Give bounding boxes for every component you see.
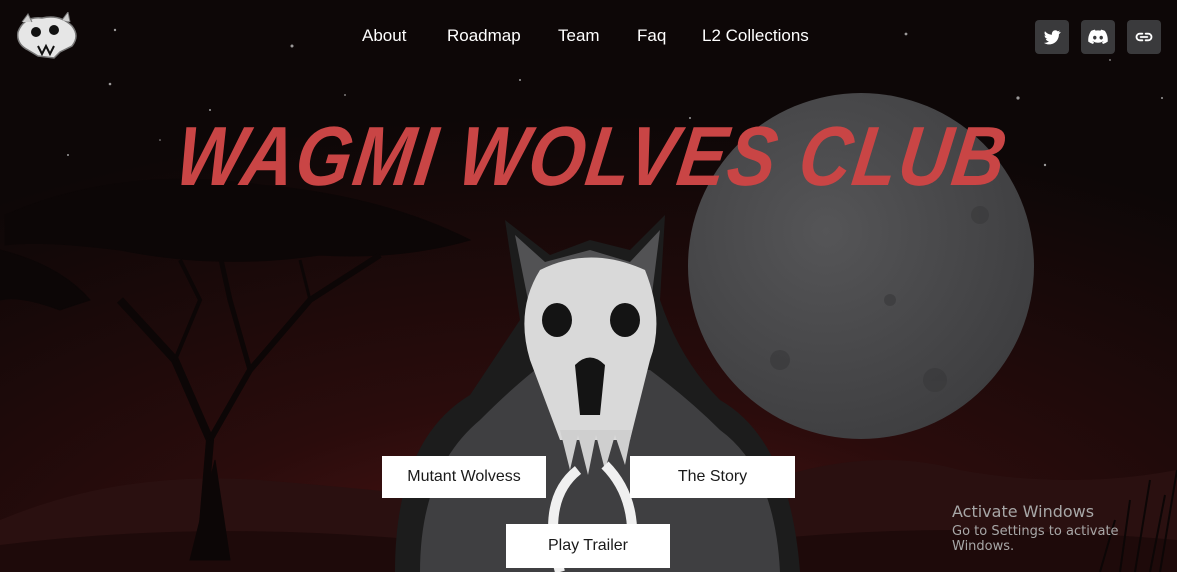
- hero-background: [0, 0, 1177, 572]
- nav-l2-collections[interactable]: L2 Collections: [702, 26, 809, 46]
- watermark-subtitle: Go to Settings to activate Windows.: [952, 524, 1119, 554]
- nav-faq[interactable]: Faq: [637, 26, 666, 46]
- watermark-title: Activate Windows: [952, 502, 1095, 521]
- hero-title: WAGMI WOLVES CLUB: [171, 109, 1014, 203]
- main-nav: About Roadmap Team Faq L2 Collections: [0, 26, 1177, 48]
- link-icon: [1135, 32, 1153, 42]
- hero-title-graphic: WAGMI WOLVES CLUB: [171, 109, 1014, 203]
- discord-button[interactable]: [1081, 20, 1115, 54]
- activate-windows-watermark: Activate Windows Go to Settings to activ…: [952, 502, 1177, 554]
- nav-roadmap[interactable]: Roadmap: [447, 26, 521, 46]
- mutant-wolvess-button[interactable]: Mutant Wolvess: [382, 456, 546, 498]
- discord-icon: [1088, 29, 1108, 44]
- twitter-button[interactable]: [1035, 20, 1069, 54]
- site-header: About Roadmap Team Faq L2 Collections: [0, 0, 1177, 72]
- play-trailer-button[interactable]: Play Trailer: [506, 524, 670, 568]
- the-story-button[interactable]: The Story: [630, 456, 795, 498]
- link-button[interactable]: [1127, 20, 1161, 54]
- nav-team[interactable]: Team: [558, 26, 600, 46]
- nav-about[interactable]: About: [362, 26, 406, 46]
- twitter-icon: [1043, 30, 1061, 45]
